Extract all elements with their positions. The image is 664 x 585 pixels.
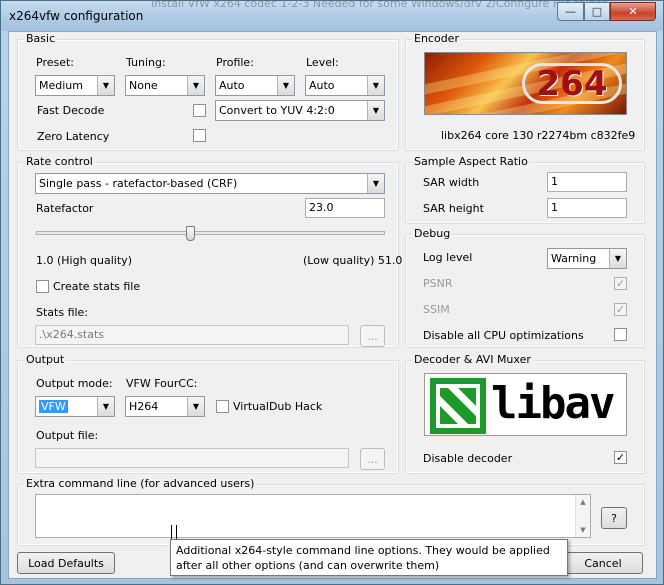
fast-decode-label: Fast Decode bbox=[37, 104, 105, 117]
chevron-down-icon: ▼ bbox=[367, 174, 384, 193]
libav-logo-icon bbox=[430, 378, 486, 434]
disable-cpu-label: Disable all CPU optimizations bbox=[423, 329, 584, 342]
sar-height-label: SAR height bbox=[423, 202, 484, 215]
title-bar[interactable]: Install VfW x264 codec 1-2-3 Needed for … bbox=[1, 0, 663, 31]
libav-logo: libav bbox=[424, 373, 627, 436]
profile-value: Auto bbox=[219, 79, 245, 92]
virtualdub-hack-label: VirtualDub Hack bbox=[233, 400, 323, 413]
sar-width-input[interactable]: 1 bbox=[547, 172, 627, 192]
minimize-button[interactable]: — bbox=[557, 2, 584, 21]
fourcc-value: H264 bbox=[129, 400, 159, 413]
maximize-button[interactable]: □ bbox=[584, 2, 610, 21]
stats-file-input[interactable]: .\x264.stats bbox=[35, 325, 349, 345]
level-value: Auto bbox=[309, 79, 335, 92]
psnr-checkbox[interactable]: ✓ bbox=[614, 277, 627, 290]
text-cursor-icon bbox=[171, 525, 177, 539]
libav-logo-text: libav bbox=[491, 378, 615, 429]
window-title: x264vfw configuration bbox=[9, 9, 144, 23]
sar-width-label: SAR width bbox=[423, 176, 480, 189]
create-stats-checkbox[interactable] bbox=[36, 280, 49, 293]
slider-min-label: 1.0 (High quality) bbox=[36, 254, 132, 267]
sar-group-title: Sample Aspect Ratio bbox=[412, 155, 530, 168]
chevron-down-icon: ▼ bbox=[367, 76, 384, 95]
rate-control-mode-select[interactable]: Single pass - ratefactor-based (CRF) ▼ bbox=[35, 173, 385, 194]
ssim-label: SSIM bbox=[423, 303, 450, 316]
output-mode-value: VFW bbox=[39, 400, 68, 413]
level-label: Level: bbox=[306, 56, 339, 69]
disable-cpu-checkbox[interactable] bbox=[614, 328, 627, 341]
extra-group-title: Extra command line (for advanced users) bbox=[24, 477, 257, 490]
level-select[interactable]: Auto ▼ bbox=[305, 75, 385, 96]
colorspace-value: Convert to YUV 4:2:0 bbox=[219, 104, 335, 117]
chevron-down-icon: ▼ bbox=[187, 397, 204, 416]
close-button[interactable]: ✕ bbox=[610, 2, 656, 21]
fast-decode-checkbox[interactable] bbox=[193, 104, 206, 117]
stats-file-label: Stats file: bbox=[36, 306, 89, 319]
extra-scrollbar[interactable]: ▲ ▼ bbox=[575, 495, 590, 537]
disable-decoder-label: Disable decoder bbox=[423, 452, 513, 465]
ratefactor-slider-handle[interactable] bbox=[186, 226, 195, 241]
cancel-button[interactable]: Cancel bbox=[563, 552, 643, 574]
output-file-label: Output file: bbox=[36, 429, 99, 442]
decoder-group-title: Decoder & AVI Muxer bbox=[412, 353, 533, 366]
chevron-down-icon: ▼ bbox=[97, 397, 114, 416]
encoder-group-title: Encoder bbox=[412, 32, 461, 45]
sar-height-input[interactable]: 1 bbox=[547, 198, 627, 218]
close-icon: ✕ bbox=[628, 5, 638, 18]
preset-value: Medium bbox=[39, 79, 83, 92]
profile-select[interactable]: Auto ▼ bbox=[215, 75, 295, 96]
fourcc-label: VFW FourCC: bbox=[126, 377, 198, 390]
output-group-title: Output bbox=[24, 353, 67, 366]
tuning-select[interactable]: None ▼ bbox=[125, 75, 205, 96]
ratefactor-input[interactable]: 23.0 bbox=[305, 198, 385, 218]
help-button[interactable]: ? bbox=[601, 507, 627, 529]
load-defaults-button[interactable]: Load Defaults bbox=[17, 552, 115, 574]
background-window-text: Install VfW x264 codec 1-2-3 Needed for … bbox=[151, 0, 607, 10]
tuning-value: None bbox=[129, 79, 158, 92]
output-file-browse-button[interactable]: ... bbox=[360, 448, 385, 470]
virtualdub-hack-checkbox[interactable] bbox=[216, 400, 229, 413]
chevron-down-icon: ▼ bbox=[609, 249, 626, 268]
preset-label: Preset: bbox=[36, 56, 75, 69]
minimize-icon: — bbox=[565, 5, 576, 18]
ratefactor-slider-track[interactable] bbox=[36, 231, 385, 235]
output-mode-label: Output mode: bbox=[36, 377, 113, 390]
output-file-input[interactable] bbox=[35, 448, 349, 468]
ssim-checkbox[interactable]: ✓ bbox=[614, 303, 627, 316]
scroll-up-icon[interactable]: ▲ bbox=[576, 498, 590, 506]
maximize-icon: □ bbox=[591, 5, 603, 18]
x264-logo: 264 bbox=[424, 52, 627, 115]
log-level-select[interactable]: Warning ▼ bbox=[547, 248, 627, 269]
ratefactor-label: Ratefactor bbox=[36, 202, 94, 215]
encoder-version: libx264 core 130 r2274bm c832fe9 bbox=[441, 129, 636, 142]
colorspace-select[interactable]: Convert to YUV 4:2:0 ▼ bbox=[215, 100, 385, 121]
log-level-label: Log level bbox=[423, 251, 473, 264]
log-level-value: Warning bbox=[551, 252, 597, 265]
extra-command-line-textarea[interactable]: ▲ ▼ bbox=[35, 494, 591, 538]
chevron-down-icon: ▼ bbox=[367, 101, 384, 120]
output-mode-select[interactable]: VFW ▼ bbox=[35, 396, 115, 417]
psnr-label: PSNR bbox=[423, 277, 453, 290]
debug-group-title: Debug bbox=[412, 227, 453, 240]
zero-latency-label: Zero Latency bbox=[37, 130, 110, 143]
rate-control-group-title: Rate control bbox=[24, 155, 95, 168]
x264-logo-text: 264 bbox=[522, 63, 622, 104]
disable-decoder-checkbox[interactable]: ✓ bbox=[614, 451, 627, 464]
chevron-down-icon: ▼ bbox=[187, 76, 204, 95]
profile-label: Profile: bbox=[216, 56, 254, 69]
preset-select[interactable]: Medium ▼ bbox=[35, 75, 115, 96]
rate-control-mode-value: Single pass - ratefactor-based (CRF) bbox=[39, 177, 238, 190]
tuning-label: Tuning: bbox=[126, 56, 166, 69]
slider-max-label: (Low quality) 51.0 bbox=[303, 254, 403, 267]
fourcc-select[interactable]: H264 ▼ bbox=[125, 396, 205, 417]
zero-latency-checkbox[interactable] bbox=[193, 129, 206, 142]
scroll-down-icon[interactable]: ▼ bbox=[576, 526, 590, 534]
extra-command-line-tooltip: Additional x264-style command line optio… bbox=[170, 539, 568, 576]
stats-file-browse-button[interactable]: ... bbox=[360, 325, 385, 347]
chevron-down-icon: ▼ bbox=[97, 76, 114, 95]
basic-group-title: Basic bbox=[24, 32, 58, 45]
create-stats-label: Create stats file bbox=[53, 280, 141, 293]
chevron-down-icon: ▼ bbox=[277, 76, 294, 95]
